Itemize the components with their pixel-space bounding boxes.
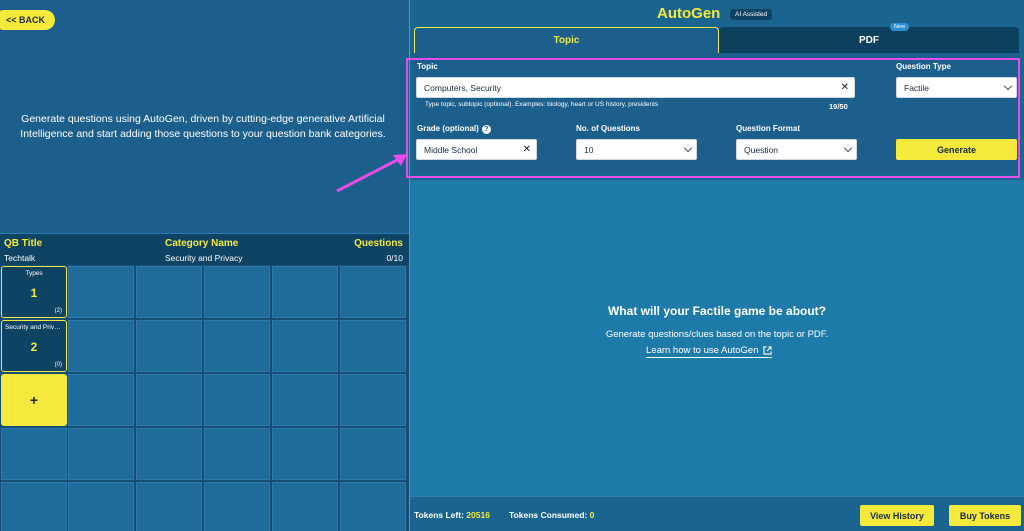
app-title: AutoGen — [657, 5, 721, 22]
tokens-left-label: Tokens Left: — [414, 510, 464, 520]
category-number: 2 — [30, 340, 38, 354]
num-questions-select[interactable]: 10 — [576, 139, 697, 160]
questions-header: Questions — [354, 238, 403, 249]
grid-cell — [272, 428, 338, 480]
grid-cell — [68, 266, 134, 318]
empty-state-subtitle: Generate questions/clues based on the to… — [605, 329, 829, 340]
grid-cell — [272, 266, 338, 318]
chevron-down-icon — [683, 143, 693, 153]
grid-cell — [68, 428, 134, 480]
chevron-down-icon — [843, 143, 853, 153]
board-grid: Types 1 (2) Security and Priva... 2 (0) … — [0, 265, 409, 531]
topic-label: Topic — [417, 62, 438, 71]
tokens-consumed-label: Tokens Consumed: — [509, 510, 588, 520]
qb-table-header: QB Title Category Name Questions Techtal… — [0, 233, 409, 265]
num-questions-value: 10 — [584, 144, 594, 155]
learn-autogen-link[interactable]: Learn how to use AutoGen — [646, 345, 772, 358]
category-number: 1 — [30, 286, 38, 300]
buy-tokens-button[interactable]: Buy Tokens — [949, 505, 1021, 526]
tokens-left: Tokens Left: 20516 — [414, 510, 490, 520]
clear-grade-icon[interactable]: ✕ — [523, 144, 531, 155]
topic-hint: Type topic, subtopic (optional). Example… — [425, 101, 659, 108]
token-footer: Tokens Left: 20516 Tokens Consumed: 0 Vi… — [410, 496, 1024, 531]
question-format-select[interactable]: Question — [736, 139, 857, 160]
category-title: Security and Priva... — [5, 324, 63, 331]
grid-cell — [136, 374, 202, 426]
question-format-label: Question Format — [736, 124, 801, 133]
add-category-button[interactable]: + — [1, 374, 67, 426]
qb-title-value: Techtalk — [4, 253, 36, 263]
grid-cell — [1, 428, 67, 480]
autogen-panel: AutoGen AI Assisted Topic PDF New Topic … — [410, 0, 1024, 531]
category-cell[interactable]: Security and Priva... 2 (0) — [1, 320, 67, 372]
info-icon[interactable]: ? — [481, 125, 491, 134]
grade-input[interactable]: Middle School ✕ — [416, 139, 537, 160]
generate-button[interactable]: Generate — [896, 139, 1017, 160]
grid-cell — [204, 374, 270, 426]
empty-state-title: What will your Factile game be about? — [607, 304, 827, 318]
question-format-value: Question — [744, 144, 779, 155]
grade-label: Grade (optional)? — [417, 124, 491, 134]
grid-cell — [136, 428, 202, 480]
grid-cell — [68, 482, 134, 531]
tab-topic[interactable]: Topic — [414, 27, 719, 53]
grade-label-text: Grade (optional) — [417, 124, 479, 133]
ai-assisted-badge: AI Assisted — [730, 9, 773, 20]
tokens-left-value: 20516 — [466, 510, 490, 520]
grid-cell — [204, 266, 270, 318]
grade-input-value: Middle School — [424, 144, 478, 155]
tokens-consumed-value: 0 — [589, 510, 595, 520]
grid-cell — [136, 266, 202, 318]
grid-cell — [204, 428, 270, 480]
grid-cell — [340, 482, 406, 531]
grid-cell — [272, 320, 338, 372]
topic-char-counter: 19/50 — [829, 102, 848, 111]
questions-value: 0/10 — [386, 253, 403, 263]
num-questions-label: No. of Questions — [576, 124, 640, 133]
grid-cell — [340, 266, 406, 318]
grid-cell — [136, 320, 202, 372]
grid-cell — [1, 482, 67, 531]
view-history-button[interactable]: View History — [860, 505, 934, 526]
category-name-header: Category Name — [165, 238, 239, 249]
category-cell[interactable]: Types 1 (2) — [1, 266, 67, 318]
category-name-value: Security and Privacy — [165, 253, 243, 263]
category-count: (0) — [54, 362, 62, 368]
grid-cell — [340, 428, 406, 480]
topic-input[interactable]: Computers, Security ✕ — [416, 77, 855, 98]
grid-cell — [204, 320, 270, 372]
learn-autogen-link-text: Learn how to use AutoGen — [646, 345, 759, 356]
new-badge: New — [890, 23, 910, 31]
intro-text: Generate questions using AutoGen, driven… — [20, 113, 386, 140]
tokens-consumed: Tokens Consumed: 0 — [509, 510, 594, 520]
grid-cell — [272, 482, 338, 531]
category-title: Types — [25, 270, 43, 277]
question-type-select[interactable]: Factile — [896, 77, 1017, 98]
tab-pdf[interactable]: PDF — [719, 27, 1019, 53]
question-type-value: Factile — [904, 82, 930, 93]
grid-cell — [340, 320, 406, 372]
back-button[interactable]: << BACK — [0, 10, 56, 30]
question-type-label: Question Type — [896, 62, 951, 71]
grid-cell — [68, 320, 134, 372]
grid-cell — [340, 374, 406, 426]
grid-cell — [204, 482, 270, 531]
grid-cell — [272, 374, 338, 426]
qb-title-header: QB Title — [4, 238, 43, 249]
topic-input-value: Computers, Security — [424, 82, 501, 93]
clear-topic-icon[interactable]: ✕ — [841, 82, 849, 93]
external-link-icon — [762, 346, 772, 355]
chevron-down-icon — [1003, 81, 1013, 91]
left-pane: << BACK Generate questions using AutoGen… — [0, 0, 409, 531]
category-count: (2) — [54, 308, 62, 314]
grid-cell — [136, 482, 202, 531]
grid-cell — [68, 374, 134, 426]
